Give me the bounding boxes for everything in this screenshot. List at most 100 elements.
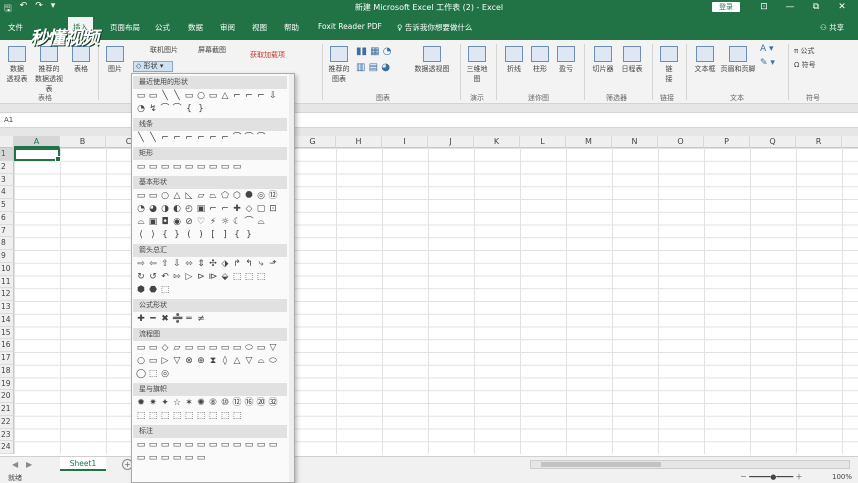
shape-option-icon[interactable]: ⊗: [184, 355, 194, 367]
gallery-scrollbar[interactable]: [289, 74, 294, 482]
sheet-tab-sheet1[interactable]: Sheet1: [60, 457, 106, 471]
shape-option-icon[interactable]: ◴: [184, 203, 194, 215]
shape-option-icon[interactable]: ⤷: [256, 258, 266, 270]
shape-option-icon[interactable]: ◉: [172, 216, 182, 228]
row-header[interactable]: 12: [0, 288, 14, 301]
shape-option-icon[interactable]: ▭: [184, 342, 194, 354]
tab-data[interactable]: 数据: [188, 22, 203, 33]
link-button[interactable]: 链 接: [658, 46, 680, 84]
tab-review[interactable]: 审阅: [220, 22, 235, 33]
shape-option-icon[interactable]: ▭: [196, 342, 206, 354]
shape-option-icon[interactable]: ⊘: [184, 216, 194, 228]
shape-option-icon[interactable]: ⚡: [208, 216, 218, 228]
shape-option-icon[interactable]: ━: [148, 313, 158, 325]
tab-page-layout[interactable]: 页面布局: [110, 22, 140, 33]
column-header[interactable]: L: [520, 136, 566, 148]
row-header[interactable]: 6: [0, 211, 14, 225]
shape-option-icon[interactable]: ▭: [196, 161, 206, 173]
row-header[interactable]: 20: [0, 390, 14, 403]
shape-option-icon[interactable]: ⌓: [256, 216, 266, 228]
shape-option-icon[interactable]: ▭: [184, 452, 194, 464]
shape-option-icon[interactable]: ✷: [148, 397, 158, 409]
shape-option-icon[interactable]: ✹: [136, 397, 146, 409]
textbox-button[interactable]: 文本框: [692, 46, 718, 74]
shape-option-icon[interactable]: ⌐: [220, 203, 230, 215]
name-box[interactable]: A1: [4, 116, 13, 124]
shape-option-icon[interactable]: ⌐: [220, 132, 230, 144]
shape-option-icon[interactable]: ⑯: [244, 397, 254, 409]
shape-option-icon[interactable]: ⇰: [172, 271, 182, 283]
shape-option-icon[interactable]: ⌓: [136, 216, 146, 228]
3d-map-button[interactable]: 三维地 图: [464, 46, 490, 84]
row-header[interactable]: 13: [0, 301, 14, 314]
row-header[interactable]: 16: [0, 339, 14, 352]
shape-option-icon[interactable]: ⬡: [232, 190, 242, 202]
shape-option-icon[interactable]: ↻: [136, 271, 146, 283]
shape-option-icon[interactable]: ▭: [184, 439, 194, 451]
active-cell-a1[interactable]: [14, 148, 61, 162]
column-header[interactable]: O: [658, 136, 704, 148]
sparkline-winloss-button[interactable]: 盈亏: [554, 46, 578, 74]
tab-help[interactable]: 帮助: [284, 22, 299, 33]
shape-option-icon[interactable]: ▭: [172, 439, 182, 451]
shape-option-icon[interactable]: ⬚: [184, 410, 194, 422]
shape-option-icon[interactable]: ▽: [172, 355, 182, 367]
shape-option-icon[interactable]: ☼: [220, 216, 230, 228]
scroll-thumb[interactable]: [541, 462, 661, 467]
shape-option-icon[interactable]: ⬢: [136, 284, 146, 296]
row-header[interactable]: 4: [0, 186, 14, 199]
shape-option-icon[interactable]: ➗: [172, 313, 183, 325]
row-header[interactable]: 18: [0, 364, 14, 378]
shape-option-icon[interactable]: ◎: [256, 190, 266, 202]
select-all-corner[interactable]: [0, 136, 14, 148]
shape-option-icon[interactable]: ↯: [148, 103, 158, 115]
shape-option-icon[interactable]: ◎: [160, 368, 170, 380]
shape-option-icon[interactable]: ▭: [160, 161, 170, 173]
chart-types-icons[interactable]: ▮▮ ▦ ◔: [356, 46, 392, 57]
row-header[interactable]: 9: [0, 250, 14, 263]
row-header[interactable]: 22: [0, 415, 14, 429]
shape-option-icon[interactable]: ⏢: [208, 190, 218, 202]
next-sheet-icon[interactable]: ▶: [26, 460, 32, 469]
shape-option-icon[interactable]: ⬚: [196, 410, 206, 422]
shape-option-icon[interactable]: ▣: [196, 203, 206, 215]
shape-option-icon[interactable]: (: [184, 229, 194, 241]
shape-option-icon[interactable]: ▭: [148, 161, 158, 173]
shape-option-icon[interactable]: ▭: [220, 161, 230, 173]
shape-option-icon[interactable]: ✶: [184, 397, 194, 409]
formula-bar[interactable]: A1: [0, 112, 858, 128]
column-header[interactable]: N: [612, 136, 658, 148]
tab-foxit[interactable]: Foxit Reader PDF: [318, 22, 382, 31]
shape-option-icon[interactable]: ✚: [232, 203, 242, 215]
tell-me-search[interactable]: ♀ 告诉我你想要做什么: [397, 22, 472, 33]
column-header[interactable]: P: [704, 136, 750, 148]
shape-option-icon[interactable]: ⬚: [160, 284, 170, 296]
shape-option-icon[interactable]: ⬭: [244, 342, 254, 354]
shape-option-icon[interactable]: ⑳: [256, 397, 266, 409]
shape-option-icon[interactable]: ◊: [220, 355, 230, 367]
shape-option-icon[interactable]: ▭: [268, 439, 278, 451]
shape-option-icon[interactable]: ⊳: [196, 271, 206, 283]
shape-option-icon[interactable]: ▭: [136, 452, 146, 464]
shape-option-icon[interactable]: ▭: [136, 439, 146, 451]
shape-option-icon[interactable]: ): [196, 229, 206, 241]
chart-types-icons-row2[interactable]: ▥ ▤ ◕: [356, 62, 390, 73]
shape-option-icon[interactable]: ▭: [220, 439, 230, 451]
shape-option-icon[interactable]: ○: [196, 90, 206, 102]
zoom-slider[interactable]: － ━━━━━●━━━━ ＋: [740, 472, 803, 482]
recommended-pivot-button[interactable]: 推荐的 数据透视表: [32, 46, 66, 94]
minimize-icon[interactable]: —: [778, 0, 802, 14]
close-icon[interactable]: ✕: [830, 0, 854, 14]
column-header[interactable]: J: [428, 136, 474, 148]
shape-option-icon[interactable]: ◐: [172, 203, 182, 215]
shape-option-icon[interactable]: ▭: [184, 90, 194, 102]
row-header[interactable]: 10: [0, 262, 14, 276]
shape-option-icon[interactable]: ⧐: [208, 271, 218, 283]
column-header[interactable]: M: [566, 136, 612, 148]
row-header[interactable]: 1: [0, 148, 14, 161]
shapes-button[interactable]: ◇ 形状 ▾: [133, 61, 173, 72]
shape-option-icon[interactable]: ⬚: [220, 410, 230, 422]
shape-option-icon[interactable]: ▣: [148, 216, 158, 228]
row-header[interactable]: 11: [0, 275, 14, 289]
shape-option-icon[interactable]: ⌓: [256, 355, 266, 367]
